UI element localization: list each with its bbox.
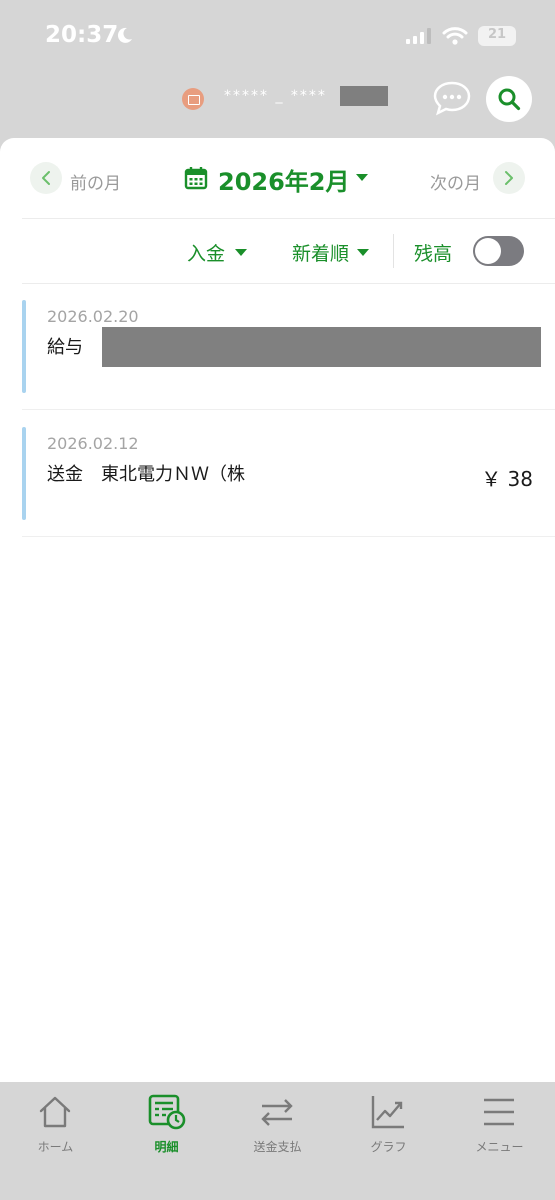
balance-toggle-label: 残高 xyxy=(414,243,453,265)
next-month-button[interactable] xyxy=(493,162,525,194)
sort-filter-caret-icon[interactable] xyxy=(357,249,369,256)
divider xyxy=(22,409,555,410)
nav-home[interactable]: ホーム xyxy=(0,1090,111,1154)
sort-filter[interactable]: 新着順 xyxy=(292,239,349,266)
transaction-date: 2026.02.20 xyxy=(47,307,139,326)
balance-toggle[interactable] xyxy=(473,236,524,266)
transaction-description: 給与 xyxy=(47,337,83,358)
chart-icon xyxy=(371,1096,404,1129)
nav-label: グラフ xyxy=(370,1140,407,1154)
prev-month-button[interactable] xyxy=(30,162,62,194)
type-filter[interactable]: 入金 xyxy=(187,239,225,266)
transfer-icon xyxy=(261,1099,293,1126)
prev-month-label[interactable]: 前の月 xyxy=(70,169,121,194)
statement-sheet: 前の月 2026年2月 次の月 入金 新着順 残高 2026.02.20 給与 … xyxy=(0,138,555,1082)
transaction-redaction xyxy=(102,327,541,367)
transaction-date: 2026.02.12 xyxy=(47,434,139,453)
moon-icon xyxy=(117,27,132,43)
search-button[interactable] xyxy=(486,76,532,122)
transaction-row[interactable]: 2026.02.20 給与 xyxy=(0,284,555,410)
nav-label: ホーム xyxy=(37,1140,74,1154)
transaction-indicator xyxy=(22,300,26,393)
divider xyxy=(393,234,394,268)
current-month[interactable]: 2026年2月 xyxy=(218,162,350,197)
nav-menu[interactable]: メニュー xyxy=(444,1090,555,1154)
chevron-left-icon xyxy=(42,171,50,185)
nav-label: 明細 xyxy=(154,1140,179,1154)
nav-label: 送金支払 xyxy=(253,1140,302,1154)
month-navigation: 前の月 2026年2月 次の月 xyxy=(0,138,555,218)
transaction-description: 送金 東北電力ＮＷ（株 xyxy=(47,464,245,485)
home-icon xyxy=(39,1096,71,1128)
month-dropdown-caret-icon[interactable] xyxy=(356,174,368,181)
statement-icon xyxy=(148,1094,186,1130)
nav-chart[interactable]: グラフ xyxy=(333,1090,444,1154)
filter-bar: 入金 新着順 残高 xyxy=(0,219,555,283)
account-number-redaction xyxy=(340,86,388,106)
next-month-label[interactable]: 次の月 xyxy=(430,169,481,194)
transaction-row[interactable]: 2026.02.12 送金 東北電力ＮＷ（株 ￥ 38 xyxy=(0,411,555,537)
calendar-icon[interactable] xyxy=(184,166,208,190)
menu-icon xyxy=(484,1098,514,1126)
battery-level: 21 xyxy=(487,27,507,42)
bottom-navigation: ホーム 明細 送金支払 グラフ メニュー xyxy=(0,1082,555,1200)
chat-icon[interactable] xyxy=(432,80,472,116)
transaction-amount: ￥ 38 xyxy=(481,467,533,491)
status-bar: 20:37 21 xyxy=(0,0,555,70)
nav-statement[interactable]: 明細 xyxy=(111,1090,222,1154)
type-filter-caret-icon[interactable] xyxy=(235,249,247,256)
chevron-right-icon xyxy=(505,171,513,185)
status-time: 20:37 xyxy=(45,22,119,48)
toggle-knob xyxy=(475,238,501,264)
app-header: ***** _ **** xyxy=(0,70,555,138)
account-number[interactable]: ***** _ **** xyxy=(224,88,327,104)
nav-transfer[interactable]: 送金支払 xyxy=(222,1090,333,1154)
transaction-indicator xyxy=(22,427,26,520)
account-icon xyxy=(182,88,204,110)
signal-icon xyxy=(406,28,431,44)
battery-indicator: 21 xyxy=(478,26,516,46)
divider xyxy=(22,536,555,537)
search-icon xyxy=(498,88,521,111)
nav-label: メニュー xyxy=(475,1140,524,1154)
wifi-icon xyxy=(442,27,468,45)
